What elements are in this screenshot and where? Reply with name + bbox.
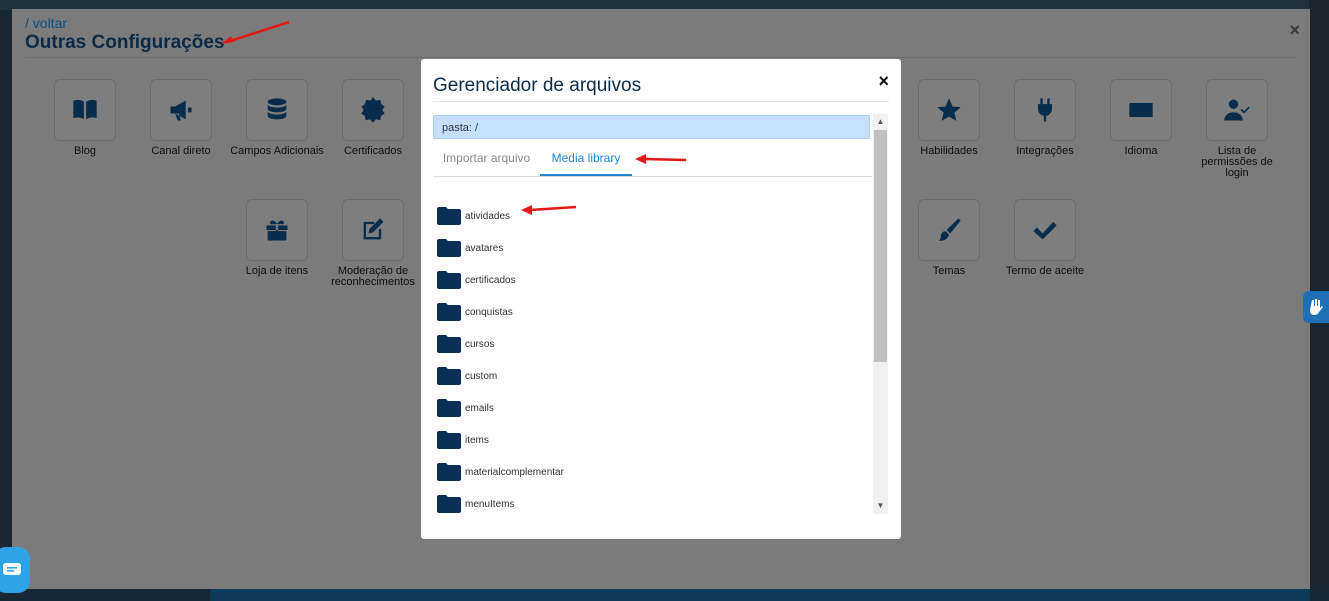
folder-item-materialcomplementar[interactable]: materialcomplementar (437, 456, 857, 488)
config-item-label: Lista de permissões de login (1201, 145, 1273, 179)
annotation-arrow-title (221, 20, 290, 44)
config-item-label: Campos Adicionais (230, 145, 324, 157)
page-title: Outras Configurações (25, 32, 225, 53)
file-manager-modal: Gerenciador de arquivos × pasta: / Impor… (421, 59, 901, 539)
folder-list: atividades avatares certificados conquis… (437, 200, 857, 520)
back-link[interactable]: / voltar (25, 15, 67, 31)
config-item-label: Temas (932, 265, 966, 277)
folder-label: cursos (465, 338, 495, 350)
folder-icon (437, 495, 461, 513)
config-item-lista-permissoes[interactable]: Lista de permissões de login (1189, 79, 1285, 179)
scroll-down-arrow[interactable]: ▼ (873, 500, 888, 512)
config-item-certificados[interactable]: Certificados (325, 79, 421, 157)
modal-close-button[interactable]: × (878, 71, 889, 92)
config-item-label: Idioma (1124, 145, 1158, 157)
config-item-idioma[interactable]: Idioma (1093, 79, 1189, 157)
database-icon (267, 98, 287, 120)
folder-item-emails[interactable]: emails (437, 392, 857, 424)
config-item-habilidades[interactable]: Habilidades (901, 79, 997, 157)
config-item-campos-adicionais[interactable]: Campos Adicionais (229, 79, 325, 157)
gift-icon (266, 220, 288, 241)
path-bar: pasta: / (433, 115, 870, 139)
chat-button[interactable] (0, 547, 30, 593)
accessibility-tab[interactable] (1303, 291, 1329, 323)
folder-icon (437, 303, 461, 321)
edit-icon (363, 218, 384, 240)
tab-media-library[interactable]: Media library (540, 143, 632, 176)
folder-label: materialcomplementar (465, 466, 564, 478)
folder-label: certificados (465, 274, 516, 286)
book-icon (73, 99, 97, 120)
config-item-temas[interactable]: Temas (901, 199, 997, 277)
config-item-label: Blog (73, 145, 97, 157)
config-item-label: Loja de itens (245, 265, 309, 277)
modal-title: Gerenciador de arquivos (433, 75, 642, 96)
folder-icon (437, 399, 461, 417)
background-bottom-strip (0, 589, 1329, 601)
folder-item-menuitems[interactable]: menuItems (437, 488, 857, 520)
check-icon (1033, 221, 1057, 240)
folder-icon (437, 463, 461, 481)
config-item-label: Termo de aceite (1005, 265, 1085, 277)
config-item-label: Habilidades (920, 145, 978, 157)
folder-label: conquistas (465, 306, 513, 318)
config-item-label: Moderação de reconhecimentos (331, 265, 415, 288)
config-item-label: Certificados (343, 145, 403, 157)
folder-label: atividades (465, 210, 511, 222)
folder-icon (437, 367, 461, 385)
user-check-icon (1224, 99, 1250, 121)
panel-close-button[interactable]: × (1289, 20, 1300, 41)
folder-item-cursos[interactable]: cursos (437, 328, 857, 360)
panel-divider (25, 57, 1297, 58)
config-item-loja-de-itens[interactable]: Loja de itens (229, 199, 325, 277)
tab-importar-arquivo[interactable]: Importar arquivo (433, 143, 540, 176)
config-item-label: Integrações (1016, 145, 1074, 157)
config-item-integracoes[interactable]: Integrações (997, 79, 1093, 157)
folder-item-atividades[interactable]: atividades (437, 200, 857, 232)
config-item-termo-de-aceite[interactable]: Termo de aceite (997, 199, 1093, 277)
megaphone-icon (170, 100, 192, 121)
config-item-canal-direto[interactable]: Canal direto (133, 79, 229, 157)
folder-icon (437, 239, 461, 257)
folder-item-avatares[interactable]: avatares (437, 232, 857, 264)
folder-item-items[interactable]: items (437, 424, 857, 456)
folder-label: emails (465, 402, 494, 414)
folder-label: items (465, 434, 489, 446)
modal-divider (433, 101, 889, 102)
folder-icon (437, 335, 461, 353)
folder-item-conquistas[interactable]: conquistas (437, 296, 857, 328)
config-item-label: Canal direto (151, 145, 211, 157)
folder-label: menuItems (465, 498, 515, 510)
scrollbar-thumb[interactable] (874, 130, 887, 362)
chat-icon (3, 563, 21, 575)
folder-icon (437, 271, 461, 289)
plug-icon (1038, 98, 1052, 122)
annotation-arrow-atividades (521, 205, 577, 215)
brush-icon (938, 218, 961, 241)
config-item-moderacao[interactable]: Moderação de reconhecimentos (325, 199, 421, 288)
folder-icon (437, 431, 461, 449)
folder-label: custom (465, 370, 498, 382)
star-icon (937, 98, 961, 121)
annotation-arrow-media-library (635, 154, 687, 164)
scroll-up-arrow[interactable]: ▲ (873, 116, 888, 128)
folder-list-scrollbar[interactable]: ▲ ▼ (873, 114, 888, 514)
folder-icon (437, 207, 461, 225)
language-icon (1129, 103, 1153, 117)
certificate-icon (361, 97, 385, 123)
folder-label: avatares (465, 242, 504, 254)
folder-item-certificados[interactable]: certificados (437, 264, 857, 296)
folder-item-custom[interactable]: custom (437, 360, 857, 392)
config-item-blog[interactable]: Blog (37, 79, 133, 157)
sign-language-icon (1310, 299, 1323, 315)
